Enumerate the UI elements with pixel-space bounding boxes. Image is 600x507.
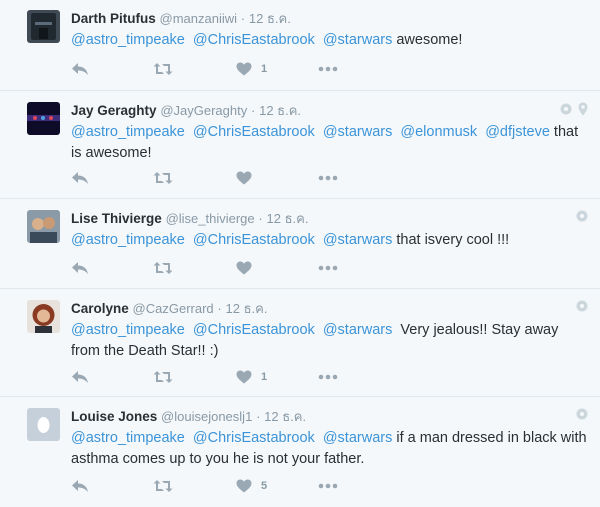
mention-link[interactable]: @starwars (323, 232, 393, 248)
mention-link[interactable]: @elonmusk (400, 124, 477, 140)
tweet-timestamp[interactable]: 12 ธ.ค. (259, 103, 301, 118)
mention-link[interactable]: @ChrisEastabrook (193, 124, 315, 140)
more-icon (318, 66, 338, 72)
mention-link[interactable]: @ChrisEastabrook (193, 32, 315, 48)
retweet-button[interactable] (153, 476, 173, 496)
mention-link[interactable]: @ChrisEastabrook (193, 232, 315, 248)
retweet-icon (153, 262, 173, 274)
heart-icon (236, 62, 252, 76)
more-button[interactable] (318, 476, 338, 496)
tweet-feed: Darth Pitufus @manzaniiwi · 12 ธ.ค. @ast… (0, 0, 600, 507)
heart-icon (236, 370, 252, 384)
retweet-icon (153, 172, 173, 184)
avatar[interactable] (27, 300, 60, 333)
tweet-text: @astro_timpeake @ChrisEastabrook @starwa… (71, 320, 590, 362)
more-icon (318, 265, 338, 271)
avatar[interactable] (27, 102, 60, 135)
tweet-fullname[interactable]: Jay Geraghty (71, 103, 157, 118)
more-icon (318, 483, 338, 489)
like-button[interactable] (236, 258, 261, 278)
tweet-timestamp[interactable]: 12 ธ.ค. (264, 409, 306, 424)
tweet-fullname[interactable]: Darth Pitufus (71, 11, 156, 26)
tweet[interactable]: Lise Thivierge @lise_thivierge · 12 ธ.ค.… (0, 200, 600, 289)
tweet-username[interactable]: @lise_thivierge (166, 211, 255, 226)
more-button[interactable] (318, 168, 338, 188)
reply-button[interactable] (71, 59, 89, 79)
tweet-username[interactable]: @louisejoneslj1 (161, 409, 252, 424)
retweet-button[interactable] (153, 367, 173, 387)
more-icon (318, 374, 338, 380)
mention-link[interactable]: @starwars (323, 430, 393, 446)
tweet-username[interactable]: @JayGeraghty (160, 103, 247, 118)
retweet-icon (153, 63, 173, 75)
mention-link[interactable]: @starwars (323, 322, 393, 338)
tweet-text: @astro_timpeake @ChrisEastabrook @starwa… (71, 428, 590, 470)
tweet-text: @astro_timpeake @ChrisEastabrook @starwa… (71, 30, 590, 51)
like-count: 5 (261, 480, 268, 492)
like-button[interactable]: 5 (236, 476, 267, 496)
like-count: 1 (261, 371, 268, 383)
reply-button[interactable] (71, 476, 89, 496)
tweet[interactable]: Jay Geraghty @JayGeraghty · 12 ธ.ค. @ast… (0, 92, 600, 199)
reply-button[interactable] (71, 168, 89, 188)
reply-icon (72, 371, 88, 383)
tweet-fullname[interactable]: Carolyne (71, 301, 129, 316)
retweet-icon (153, 371, 173, 383)
separator-dot: · (256, 409, 261, 424)
heart-icon (236, 261, 252, 275)
reply-button[interactable] (71, 367, 89, 387)
like-button[interactable]: 1 (236, 59, 267, 79)
mention-link[interactable]: @ChrisEastabrook (193, 430, 315, 446)
like-count: 1 (261, 63, 268, 75)
more-icon (318, 175, 338, 181)
reply-icon (72, 63, 88, 75)
separator-dot: · (217, 301, 222, 316)
retweet-button[interactable] (153, 59, 173, 79)
reply-button[interactable] (71, 258, 89, 278)
reply-icon (72, 480, 88, 492)
more-button[interactable] (318, 258, 338, 278)
tweet-username[interactable]: @CazGerrard (133, 301, 214, 316)
reply-icon (72, 172, 88, 184)
heart-icon (236, 171, 252, 185)
avatar[interactable] (27, 408, 60, 441)
tweet-text-rest: awesome! (392, 32, 463, 48)
avatar[interactable] (27, 210, 60, 243)
like-button[interactable]: 1 (236, 367, 267, 387)
tweet-fullname[interactable]: Louise Jones (71, 409, 157, 424)
retweet-button[interactable] (153, 168, 173, 188)
separator-dot: · (240, 11, 246, 26)
tweet[interactable]: Louise Jones @louisejoneslj1 · 12 ธ.ค. @… (0, 398, 600, 507)
tweet-fullname[interactable]: Lise Thivierge (71, 211, 162, 226)
heart-icon (236, 479, 252, 493)
retweet-icon (153, 480, 173, 492)
more-button[interactable] (318, 59, 338, 79)
tweet-text: @astro_timpeake @ChrisEastabrook @starwa… (71, 230, 590, 251)
tweet-timestamp[interactable]: 12 ธ.ค. (267, 211, 309, 226)
more-button[interactable] (318, 367, 338, 387)
retweet-button[interactable] (153, 258, 173, 278)
mention-link[interactable]: @astro_timpeake (71, 32, 185, 48)
tweet-timestamp[interactable]: 12 ธ.ค. (226, 301, 268, 316)
reply-icon (72, 262, 88, 274)
mention-link[interactable]: @starwars (323, 124, 393, 140)
tweet-timestamp[interactable]: 12 ธ.ค. (249, 11, 291, 26)
tweet-text: @astro_timpeake @ChrisEastabrook @starwa… (71, 122, 590, 164)
like-button[interactable] (236, 168, 261, 188)
tweet[interactable]: Darth Pitufus @manzaniiwi · 12 ธ.ค. @ast… (0, 0, 600, 91)
mention-link[interactable]: @astro_timpeake (71, 124, 185, 140)
separator-dot: · (258, 211, 263, 226)
tweet-text-rest: that isvery cool !!! (392, 232, 510, 248)
tweet[interactable]: Carolyne @CazGerrard · 12 ธ.ค. @astro_ti… (0, 290, 600, 397)
mention-link[interactable]: @astro_timpeake (71, 430, 185, 446)
mention-link[interactable]: @dfjsteve (485, 124, 550, 140)
mention-link[interactable]: @starwars (323, 32, 393, 48)
avatar[interactable] (27, 10, 60, 43)
mention-link[interactable]: @ChrisEastabrook (193, 322, 315, 338)
mention-link[interactable]: @astro_timpeake (71, 232, 185, 248)
tweet-username[interactable]: @manzaniiwi (160, 11, 238, 26)
separator-dot: · (250, 103, 256, 118)
mention-link[interactable]: @astro_timpeake (71, 322, 185, 338)
